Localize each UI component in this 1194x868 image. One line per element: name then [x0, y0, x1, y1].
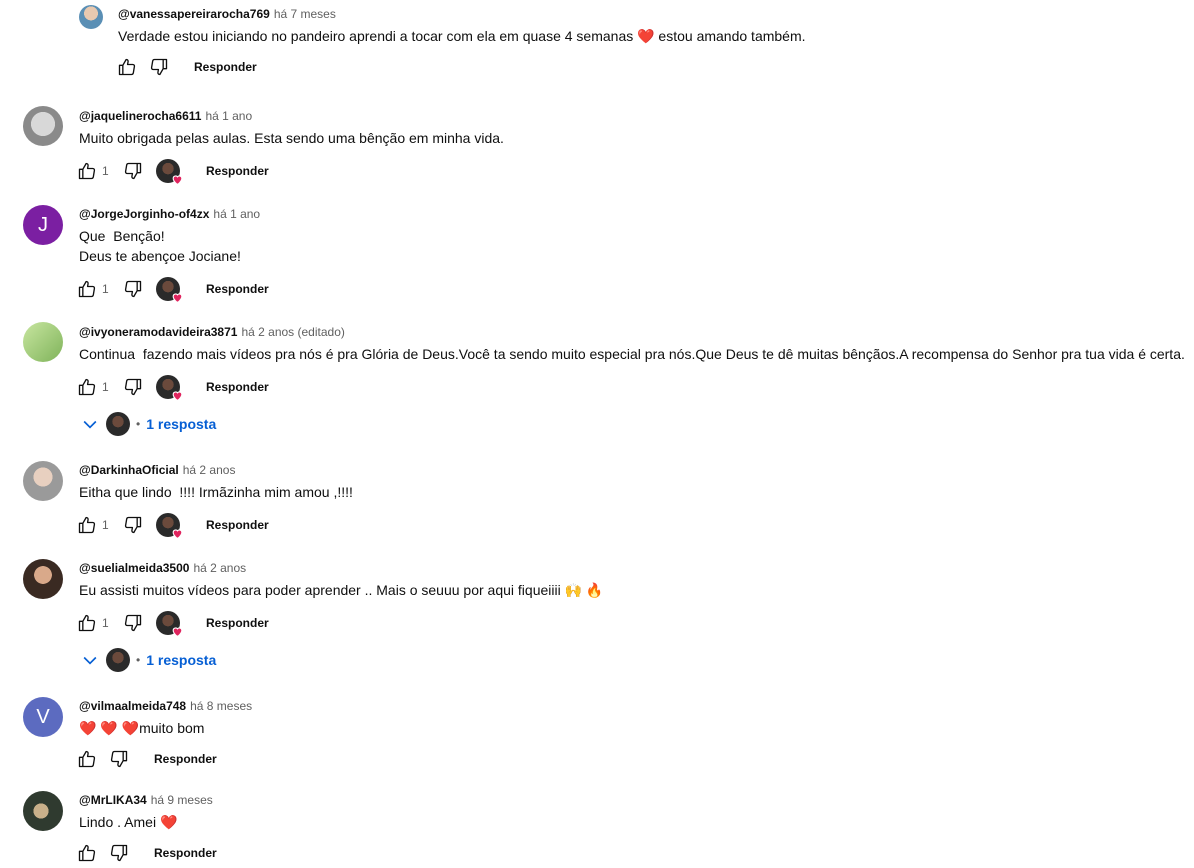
thumbs-down-icon [124, 614, 142, 632]
dislike-button[interactable] [108, 842, 130, 864]
comment-time[interactable]: há 1 ano [205, 109, 252, 123]
comment-time[interactable]: há 2 anos [183, 463, 236, 477]
thumbs-down-icon [124, 516, 142, 534]
thumbs-up-icon [78, 844, 96, 862]
heart-icon [172, 175, 183, 186]
chevron-down-icon [83, 420, 97, 429]
comment-text: Verdade estou iniciando no pandeiro apre… [118, 28, 806, 44]
thumbs-down-icon [124, 378, 142, 396]
comment-time[interactable]: há 8 meses [190, 699, 252, 713]
comment-text: ❤️ ❤️ ❤️muito bom [79, 720, 205, 736]
comment-author[interactable]: @vanessapereirarocha769 [118, 7, 270, 21]
avatar-letter: J [38, 213, 48, 236]
like-count: 1 [102, 282, 109, 296]
thumbs-up-icon [78, 280, 96, 298]
dislike-button[interactable] [122, 514, 144, 536]
avatar[interactable] [79, 5, 103, 29]
creator-heart [156, 375, 183, 402]
chevron-down-icon [83, 656, 97, 665]
dislike-button[interactable] [148, 56, 170, 78]
dislike-button[interactable] [122, 376, 144, 398]
like-button[interactable] [76, 748, 98, 770]
thumbs-down-icon [150, 58, 168, 76]
comment-time[interactable]: há 1 ano [213, 207, 260, 221]
comment-time[interactable]: há 9 meses [151, 793, 213, 807]
thumbs-down-icon [110, 750, 128, 768]
like-button[interactable] [76, 376, 98, 398]
like-count: 1 [102, 164, 109, 178]
avatar[interactable]: J [23, 205, 63, 245]
comment-text: Eu assisti muitos vídeos para poder apre… [79, 582, 604, 598]
comment-author[interactable]: @DarkinhaOficial [79, 463, 179, 477]
like-button[interactable] [76, 842, 98, 864]
comment-time[interactable]: há 2 anos [193, 561, 246, 575]
avatar-letter: V [36, 705, 50, 728]
creator-heart [156, 277, 183, 304]
thumbs-down-icon [110, 844, 128, 862]
comment-text: Lindo . Amei ❤️ [79, 814, 178, 830]
thumbs-up-icon [78, 516, 96, 534]
creator-heart [156, 513, 183, 540]
avatar[interactable] [23, 461, 63, 501]
comment-text-line2: Deus te abençoe Jociane! [79, 248, 241, 264]
dislike-button[interactable] [122, 278, 144, 300]
reply-button[interactable]: Responder [154, 846, 217, 860]
like-button[interactable] [116, 56, 138, 78]
thumbs-up-icon [78, 614, 96, 632]
like-count: 1 [102, 616, 109, 630]
heart-icon [172, 293, 183, 304]
reply-button[interactable]: Responder [206, 380, 269, 394]
creator-heart [156, 611, 183, 638]
thumbs-up-icon [78, 378, 96, 396]
comment-text: Que Benção! [79, 228, 165, 244]
avatar[interactable] [23, 322, 63, 362]
comment-text: Muito obrigada pelas aulas. Esta sendo u… [79, 130, 504, 146]
dislike-button[interactable] [108, 748, 130, 770]
like-count: 1 [102, 380, 109, 394]
view-replies-button[interactable]: • 1 resposta [80, 410, 216, 438]
like-button[interactable] [76, 278, 98, 300]
comment-author[interactable]: @MrLIKA34 [79, 793, 147, 807]
comment-author[interactable]: @suelialmeida3500 [79, 561, 189, 575]
thumbs-up-icon [118, 58, 136, 76]
reply-button[interactable]: Responder [206, 164, 269, 178]
avatar[interactable] [23, 106, 63, 146]
reply-button[interactable]: Responder [154, 752, 217, 766]
like-button[interactable] [76, 514, 98, 536]
like-button[interactable] [76, 160, 98, 182]
like-button[interactable] [76, 612, 98, 634]
replies-count[interactable]: 1 resposta [146, 416, 216, 432]
comment-author[interactable]: @vilmaalmeida748 [79, 699, 186, 713]
creator-avatar [106, 412, 130, 436]
comment-author[interactable]: @JorgeJorginho-of4zx [79, 207, 209, 221]
heart-icon [172, 391, 183, 402]
heart-icon [172, 529, 183, 540]
comment-author[interactable]: @ivyoneramodavideira3871 [79, 325, 237, 339]
comment-text: Eitha que lindo !!!! Irmãzinha mim amou … [79, 484, 353, 500]
comment-author[interactable]: @jaquelinerocha6611 [79, 109, 201, 123]
avatar[interactable] [23, 559, 63, 599]
dislike-button[interactable] [122, 160, 144, 182]
comment-time[interactable]: há 2 anos (editado) [241, 325, 344, 339]
comment-time[interactable]: há 7 meses [274, 7, 336, 21]
reply-button[interactable]: Responder [194, 60, 257, 74]
reply-button[interactable]: Responder [206, 518, 269, 532]
comment-text: Continua fazendo mais vídeos pra nós é p… [79, 346, 1185, 362]
thumbs-up-icon [78, 750, 96, 768]
creator-avatar [106, 648, 130, 672]
replies-count[interactable]: 1 resposta [146, 652, 216, 668]
thumbs-down-icon [124, 280, 142, 298]
reply-button[interactable]: Responder [206, 616, 269, 630]
view-replies-button[interactable]: • 1 resposta [80, 646, 216, 674]
avatar[interactable]: V [23, 697, 63, 737]
creator-heart [156, 159, 183, 186]
like-count: 1 [102, 518, 109, 532]
thumbs-up-icon [78, 162, 96, 180]
heart-icon [172, 627, 183, 638]
avatar[interactable] [23, 791, 63, 831]
thumbs-down-icon [124, 162, 142, 180]
dislike-button[interactable] [122, 612, 144, 634]
reply-button[interactable]: Responder [206, 282, 269, 296]
